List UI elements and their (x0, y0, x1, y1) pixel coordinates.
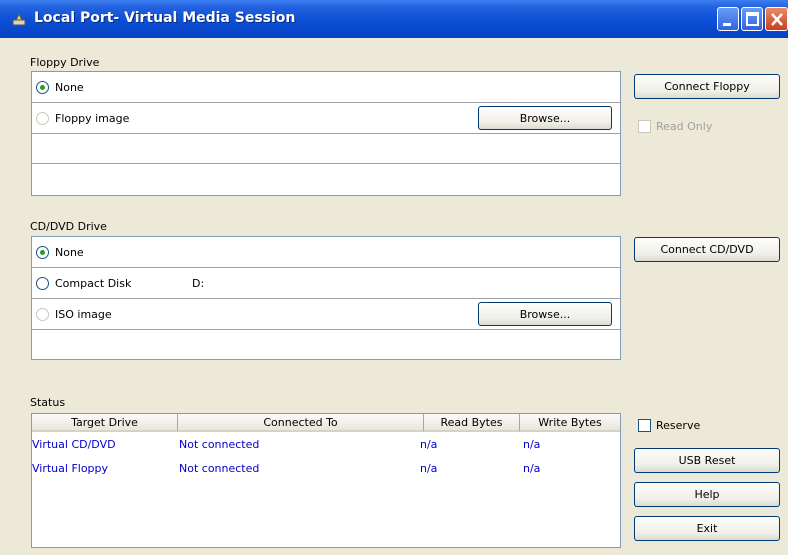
column-header-read-bytes[interactable]: Read Bytes (424, 414, 520, 432)
maximize-button[interactable] (741, 7, 763, 31)
cd-compact-drive: D: (192, 277, 205, 290)
floppy-none-radio[interactable] (36, 81, 49, 94)
column-header-connected-to[interactable]: Connected To (178, 414, 424, 432)
row-read-bytes: n/a (420, 462, 438, 475)
cd-compact-row[interactable]: Compact Disk D: (32, 268, 620, 299)
title-bar[interactable]: Local Port- Virtual Media Session (0, 0, 788, 38)
reserve-checkbox[interactable] (638, 419, 651, 432)
connect-cd-button[interactable]: Connect CD/DVD (634, 237, 780, 262)
cd-none-radio[interactable] (36, 246, 49, 259)
cd-none-label: None (55, 246, 84, 259)
reserve-label: Reserve (656, 419, 701, 432)
maximize-icon (746, 12, 759, 26)
cd-iso-radio[interactable] (36, 308, 49, 321)
row-target-drive: Virtual CD/DVD (32, 438, 116, 451)
column-header-write-bytes[interactable]: Write Bytes (520, 414, 620, 432)
window-title: Local Port- Virtual Media Session (34, 10, 296, 26)
close-icon (771, 13, 783, 26)
usb-reset-button[interactable]: USB Reset (634, 448, 780, 473)
minimize-icon (723, 23, 731, 26)
floppy-none-label: None (55, 81, 84, 94)
cd-compact-radio[interactable] (36, 277, 49, 290)
cd-section-label: CD/DVD Drive (30, 220, 107, 233)
floppy-panel: None Floppy image Browse... (31, 71, 621, 196)
close-button[interactable] (765, 7, 788, 31)
cd-iso-row[interactable]: ISO image Browse... (32, 299, 620, 330)
cd-browse-button[interactable]: Browse... (478, 302, 612, 326)
help-button[interactable]: Help (634, 482, 780, 507)
floppy-section-label: Floppy Drive (30, 56, 100, 69)
virtual-media-window: Local Port- Virtual Media Session Floppy… (0, 0, 788, 555)
minimize-button[interactable] (717, 7, 739, 31)
exit-button[interactable]: Exit (634, 516, 780, 541)
row-target-drive: Virtual Floppy (32, 462, 109, 475)
cd-none-row[interactable]: None (32, 237, 620, 268)
read-only-checkbox[interactable] (638, 120, 651, 133)
column-header-target-drive[interactable]: Target Drive (32, 414, 178, 432)
status-section-label: Status (30, 396, 66, 409)
row-write-bytes: n/a (523, 462, 541, 475)
row-write-bytes: n/a (523, 438, 541, 451)
floppy-empty-row (32, 164, 620, 195)
floppy-image-label: Floppy image (55, 112, 130, 125)
row-read-bytes: n/a (420, 438, 438, 451)
cd-empty-row (32, 330, 620, 359)
row-connected-to: Not connected (179, 438, 260, 451)
cd-panel: None Compact Disk D: ISO image Browse... (31, 236, 621, 360)
floppy-none-row[interactable]: None (32, 72, 620, 103)
status-table[interactable]: Target Drive Connected To Read Bytes Wri… (31, 413, 621, 548)
floppy-image-radio[interactable] (36, 112, 49, 125)
cd-compact-label: Compact Disk (55, 277, 132, 290)
floppy-browse-button[interactable]: Browse... (478, 106, 612, 130)
floppy-empty-row (32, 134, 620, 164)
row-connected-to: Not connected (179, 462, 260, 475)
app-icon (12, 12, 26, 26)
read-only-label: Read Only (656, 120, 713, 133)
floppy-image-row[interactable]: Floppy image Browse... (32, 103, 620, 134)
connect-floppy-button[interactable]: Connect Floppy (634, 74, 780, 99)
cd-iso-label: ISO image (55, 308, 112, 321)
